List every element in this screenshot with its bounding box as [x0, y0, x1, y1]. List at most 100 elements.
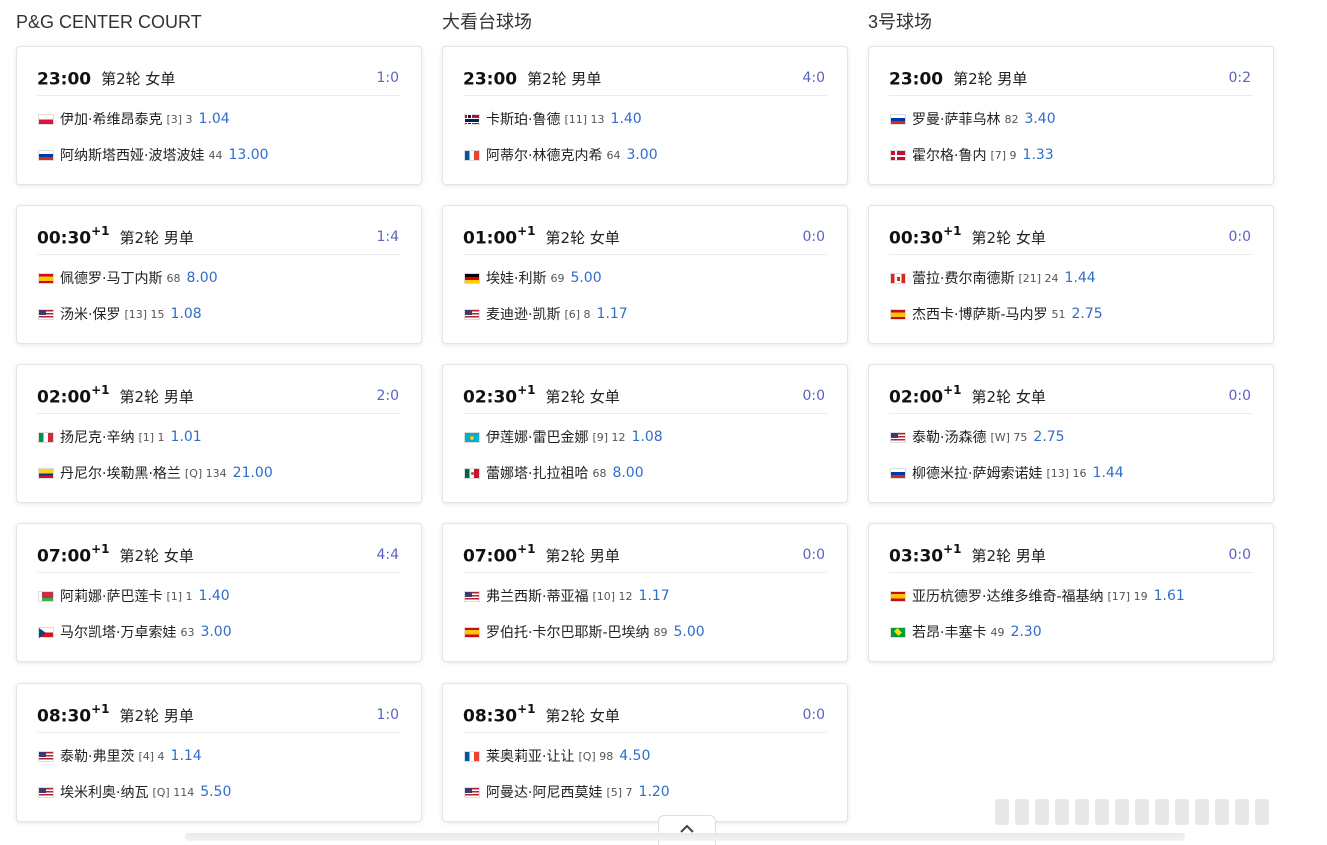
player-odds[interactable]: 2.75 [1072, 306, 1103, 322]
match-card[interactable]: 00:30+1 第2轮 女单 0:0 蕾拉·费尔南德斯 [21] 24 1.44… [868, 205, 1274, 344]
player-name[interactable]: 罗曼·萨菲乌林 [912, 109, 1000, 129]
player-row[interactable]: 伊加·希维昂泰克 [3] 3 1.04 [38, 109, 230, 129]
player-row[interactable]: 泰勒·汤森德 [W] 75 2.75 [890, 427, 1065, 447]
match-score[interactable]: 1:0 [376, 707, 399, 723]
player-name[interactable]: 弗兰西斯·蒂亚福 [486, 586, 588, 606]
match-card[interactable]: 00:30+1 第2轮 男单 1:4 佩德罗·马丁内斯 68 8.00 汤米·保… [16, 205, 422, 344]
player-name[interactable]: 阿曼达·阿尼西莫娃 [486, 782, 602, 802]
player-name[interactable]: 泰勒·弗里茨 [60, 746, 134, 766]
player-odds[interactable]: 1.17 [597, 306, 628, 322]
horizontal-scrollbar[interactable] [185, 833, 1185, 841]
player-name[interactable]: 泰勒·汤森德 [912, 427, 986, 447]
player-odds[interactable]: 8.00 [612, 465, 643, 481]
player-odds[interactable]: 1.61 [1154, 588, 1185, 604]
player-name[interactable]: 蕾拉·费尔南德斯 [912, 268, 1014, 288]
player-name[interactable]: 伊加·希维昂泰克 [60, 109, 162, 129]
player-odds[interactable]: 1.04 [199, 111, 230, 127]
player-odds[interactable]: 1.40 [199, 588, 230, 604]
player-odds[interactable]: 5.00 [674, 624, 705, 640]
player-odds[interactable]: 1.08 [632, 429, 663, 445]
player-row[interactable]: 霍尔格·鲁内 [7] 9 1.33 [890, 145, 1054, 165]
player-row[interactable]: 若昂·丰塞卡 49 2.30 [890, 622, 1042, 642]
player-name[interactable]: 伊莲娜·雷巴金娜 [486, 427, 588, 447]
player-odds[interactable]: 1.20 [639, 784, 670, 800]
match-score[interactable]: 1:0 [376, 70, 399, 86]
match-card[interactable]: 08:30+1 第2轮 男单 1:0 泰勒·弗里茨 [4] 4 1.14 埃米利… [16, 683, 422, 822]
player-odds[interactable]: 3.00 [200, 624, 231, 640]
player-odds[interactable]: 21.00 [233, 465, 273, 481]
player-odds[interactable]: 3.00 [626, 147, 657, 163]
player-row[interactable]: 阿莉娜·萨巴莲卡 [1] 1 1.40 [38, 586, 230, 606]
player-row[interactable]: 罗曼·萨菲乌林 82 3.40 [890, 109, 1056, 129]
match-score[interactable]: 4:4 [376, 547, 399, 563]
player-odds[interactable]: 5.50 [200, 784, 231, 800]
player-odds[interactable]: 1.33 [1023, 147, 1054, 163]
match-card[interactable]: 23:00 第2轮 男单 4:0 卡斯珀·鲁德 [11] 13 1.40 阿蒂尔… [442, 46, 848, 185]
player-name[interactable]: 卡斯珀·鲁德 [486, 109, 560, 129]
player-name[interactable]: 扬尼克·辛纳 [60, 427, 134, 447]
player-odds[interactable]: 1.44 [1065, 270, 1096, 286]
match-card[interactable]: 07:00+1 第2轮 女单 4:4 阿莉娜·萨巴莲卡 [1] 1 1.40 马… [16, 523, 422, 662]
player-name[interactable]: 丹尼尔·埃勒黑·格兰 [60, 463, 181, 483]
player-name[interactable]: 杰西卡·博萨斯-马内罗 [912, 304, 1048, 324]
match-card[interactable]: 02:00+1 第2轮 女单 0:0 泰勒·汤森德 [W] 75 2.75 柳德… [868, 364, 1274, 503]
match-card[interactable]: 23:00 第2轮 女单 1:0 伊加·希维昂泰克 [3] 3 1.04 阿纳斯… [16, 46, 422, 185]
player-name[interactable]: 霍尔格·鲁内 [912, 145, 986, 165]
match-score[interactable]: 1:4 [376, 229, 399, 245]
player-name[interactable]: 佩德罗·马丁内斯 [60, 268, 162, 288]
player-name[interactable]: 蕾娜塔·扎拉祖哈 [486, 463, 588, 483]
player-row[interactable]: 亚历杭德罗·达维多维奇-福基纳 [17] 19 1.61 [890, 586, 1185, 606]
match-card[interactable]: 08:30+1 第2轮 女单 0:0 莱奥莉亚·让让 [Q] 98 4.50 阿… [442, 683, 848, 822]
match-score[interactable]: 0:0 [1228, 547, 1251, 563]
player-row[interactable]: 罗伯托·卡尔巴耶斯-巴埃纳 89 5.00 [464, 622, 705, 642]
player-row[interactable]: 蕾娜塔·扎拉祖哈 68 8.00 [464, 463, 644, 483]
match-score[interactable]: 0:0 [802, 229, 825, 245]
player-odds[interactable]: 8.00 [186, 270, 217, 286]
match-card[interactable]: 23:00 第2轮 男单 0:2 罗曼·萨菲乌林 82 3.40 霍尔格·鲁内 … [868, 46, 1274, 185]
player-name[interactable]: 阿纳斯塔西娅·波塔波娃 [60, 145, 204, 165]
player-row[interactable]: 阿蒂尔·林德克内希 64 3.00 [464, 145, 658, 165]
player-odds[interactable]: 5.00 [570, 270, 601, 286]
player-name[interactable]: 阿莉娜·萨巴莲卡 [60, 586, 162, 606]
player-name[interactable]: 莱奥莉亚·让让 [486, 746, 574, 766]
player-name[interactable]: 柳德米拉·萨姆索诺娃 [912, 463, 1042, 483]
match-score[interactable]: 0:0 [1228, 388, 1251, 404]
player-row[interactable]: 汤米·保罗 [13] 15 1.08 [38, 304, 202, 324]
match-card[interactable]: 07:00+1 第2轮 男单 0:0 弗兰西斯·蒂亚福 [10] 12 1.17… [442, 523, 848, 662]
player-row[interactable]: 丹尼尔·埃勒黑·格兰 [Q] 134 21.00 [38, 463, 273, 483]
player-name[interactable]: 若昂·丰塞卡 [912, 622, 986, 642]
player-row[interactable]: 扬尼克·辛纳 [1] 1 1.01 [38, 427, 202, 447]
player-name[interactable]: 罗伯托·卡尔巴耶斯-巴埃纳 [486, 622, 650, 642]
player-name[interactable]: 麦迪逊·凯斯 [486, 304, 560, 324]
player-row[interactable]: 阿纳斯塔西娅·波塔波娃 44 13.00 [38, 145, 269, 165]
match-score[interactable]: 0:0 [802, 707, 825, 723]
player-odds[interactable]: 4.50 [619, 748, 650, 764]
match-card[interactable]: 01:00+1 第2轮 女单 0:0 埃娃·利斯 69 5.00 麦迪逊·凯斯 … [442, 205, 848, 344]
player-row[interactable]: 麦迪逊·凯斯 [6] 8 1.17 [464, 304, 628, 324]
player-name[interactable]: 阿蒂尔·林德克内希 [486, 145, 602, 165]
player-row[interactable]: 马尔凯塔·万卓索娃 63 3.00 [38, 622, 232, 642]
player-row[interactable]: 弗兰西斯·蒂亚福 [10] 12 1.17 [464, 586, 670, 606]
player-row[interactable]: 佩德罗·马丁内斯 68 8.00 [38, 268, 218, 288]
player-row[interactable]: 伊莲娜·雷巴金娜 [9] 12 1.08 [464, 427, 663, 447]
match-card[interactable]: 03:30+1 第2轮 男单 0:0 亚历杭德罗·达维多维奇-福基纳 [17] … [868, 523, 1274, 662]
match-score[interactable]: 0:2 [1228, 70, 1251, 86]
player-odds[interactable]: 1.40 [611, 111, 642, 127]
player-row[interactable]: 阿曼达·阿尼西莫娃 [5] 7 1.20 [464, 782, 670, 802]
player-odds[interactable]: 1.17 [639, 588, 670, 604]
match-score[interactable]: 0:0 [1228, 229, 1251, 245]
player-row[interactable]: 卡斯珀·鲁德 [11] 13 1.40 [464, 109, 642, 129]
player-odds[interactable]: 1.08 [171, 306, 202, 322]
player-name[interactable]: 亚历杭德罗·达维多维奇-福基纳 [912, 586, 1104, 606]
player-odds[interactable]: 1.01 [171, 429, 202, 445]
player-name[interactable]: 马尔凯塔·万卓索娃 [60, 622, 176, 642]
match-score[interactable]: 2:0 [376, 388, 399, 404]
player-row[interactable]: 埃米利奥·纳瓦 [Q] 114 5.50 [38, 782, 231, 802]
match-card[interactable]: 02:30+1 第2轮 女单 0:0 伊莲娜·雷巴金娜 [9] 12 1.08 … [442, 364, 848, 503]
player-name[interactable]: 埃娃·利斯 [486, 268, 546, 288]
match-score[interactable]: 4:0 [802, 70, 825, 86]
player-odds[interactable]: 2.30 [1010, 624, 1041, 640]
player-name[interactable]: 汤米·保罗 [60, 304, 120, 324]
player-odds[interactable]: 1.14 [171, 748, 202, 764]
player-odds[interactable]: 3.40 [1024, 111, 1055, 127]
